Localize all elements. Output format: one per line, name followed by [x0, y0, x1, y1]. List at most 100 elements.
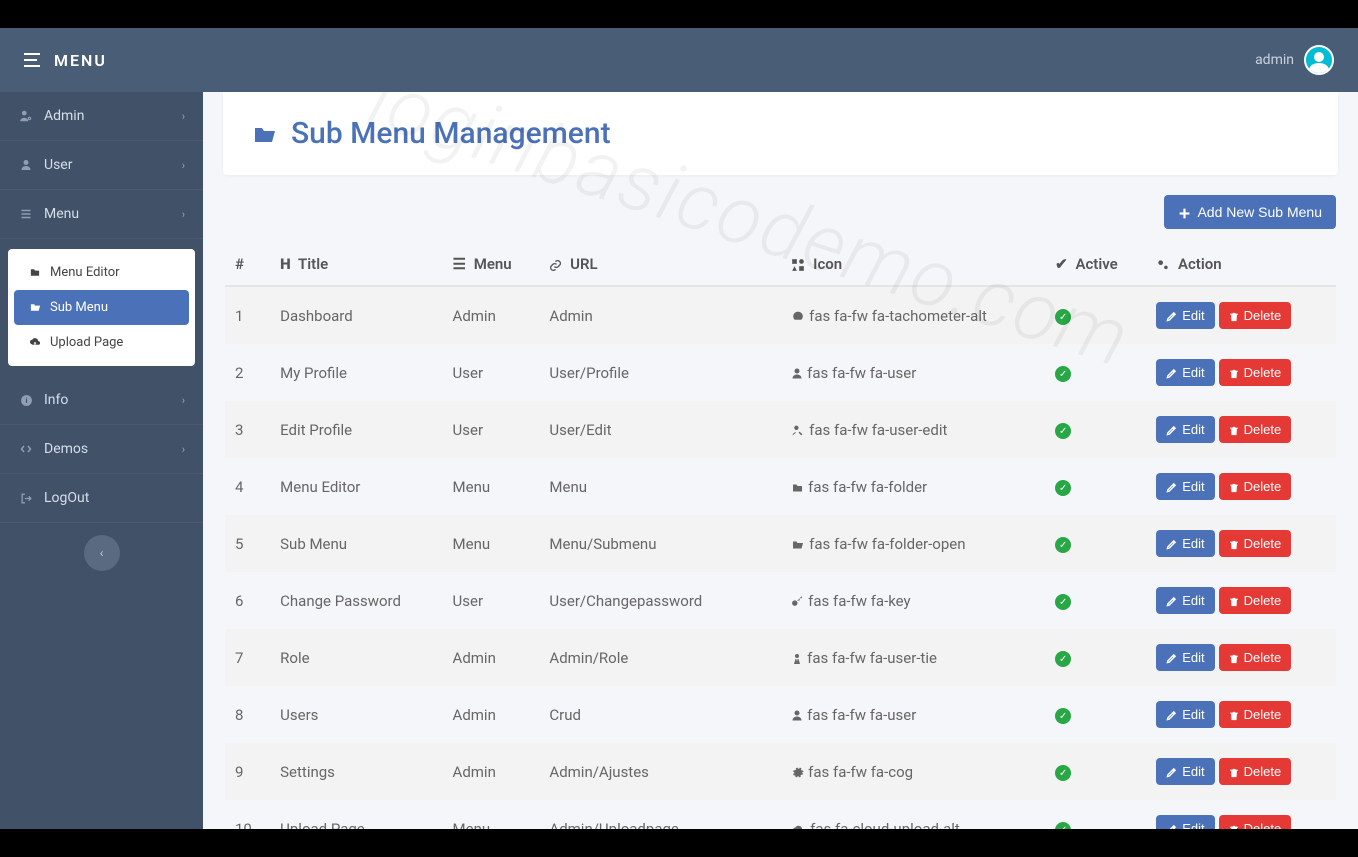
cell-url: Crud [539, 686, 781, 743]
content: loginbasicodemo.com Sub Menu Management … [203, 92, 1358, 829]
cell-action: Edit Delete [1146, 800, 1336, 829]
sidebar-item-user[interactable]: User › [0, 141, 203, 190]
chevron-right-icon: › [182, 110, 185, 123]
cell-icon: fas fa-fw fa-cog [781, 743, 1045, 800]
edit-button[interactable]: Edit [1156, 302, 1214, 329]
hamburger-icon [24, 53, 40, 67]
cloud-upload-icon [28, 335, 42, 350]
add-sub-menu-button[interactable]: Add New Sub Menu [1164, 195, 1336, 229]
page-header: Sub Menu Management [223, 92, 1338, 175]
cell-url: Admin/Uploadpage [539, 800, 781, 829]
cell-action: Edit Delete [1146, 344, 1336, 401]
sidebar-item-admin[interactable]: Admin › [0, 92, 203, 141]
submenu-label: Upload Page [50, 335, 123, 350]
cell-menu: User [443, 344, 540, 401]
delete-button[interactable]: Delete [1219, 473, 1292, 500]
sidebar-item-info[interactable]: i Info › [0, 376, 203, 425]
sidebar-item-label: User [44, 157, 72, 173]
delete-button[interactable]: Delete [1219, 359, 1292, 386]
plus-icon [1178, 204, 1191, 220]
delete-button[interactable]: Delete [1219, 416, 1292, 443]
submenu-label: Sub Menu [50, 300, 108, 315]
check-circle-icon: ✓ [1055, 366, 1071, 382]
col-menu: ☰ Menu [443, 243, 540, 286]
sidebar-item-logout[interactable]: LogOut [0, 474, 203, 523]
submenu-item-menu-editor[interactable]: Menu Editor [14, 255, 189, 290]
cell-active: ✓ [1045, 629, 1146, 686]
cell-title: Menu Editor [270, 458, 442, 515]
submenu-item-upload-page[interactable]: Upload Page [14, 325, 189, 360]
trash-icon [1229, 536, 1239, 551]
cell-title: My Profile [270, 344, 442, 401]
sidebar-item-menu[interactable]: Menu › [0, 190, 203, 239]
col-num: # [225, 243, 270, 286]
link-icon [549, 255, 562, 273]
delete-button[interactable]: Delete [1219, 815, 1292, 829]
cell-active: ✓ [1045, 686, 1146, 743]
bars-icon [18, 206, 34, 222]
cell-url: Menu [539, 458, 781, 515]
submenu-item-sub-menu[interactable]: Sub Menu [14, 290, 189, 325]
delete-button[interactable]: Delete [1219, 758, 1292, 785]
cell-menu: Menu [443, 458, 540, 515]
trash-icon [1229, 650, 1239, 665]
user-icon [791, 364, 803, 382]
delete-button[interactable]: Delete [1219, 587, 1292, 614]
trash-icon [1229, 308, 1239, 323]
edit-icon [1166, 479, 1177, 494]
edit-button[interactable]: Edit [1156, 530, 1214, 557]
sidebar: Admin › User › Menu › Menu Editor [0, 92, 203, 829]
table-row: 3Edit ProfileUserUser/Edit fas fa-fw fa-… [225, 401, 1336, 458]
trash-icon [1229, 365, 1239, 380]
cell-menu: Admin [443, 286, 540, 344]
cell-active: ✓ [1045, 515, 1146, 572]
table-row: 9SettingsAdminAdmin/Ajustes fas fa-fw fa… [225, 743, 1336, 800]
edit-button[interactable]: Edit [1156, 758, 1214, 785]
letterbox-top [0, 0, 1358, 28]
cell-action: Edit Delete [1146, 515, 1336, 572]
cell-action: Edit Delete [1146, 686, 1336, 743]
delete-button[interactable]: Delete [1219, 644, 1292, 671]
key-icon [791, 592, 804, 610]
edit-button[interactable]: Edit [1156, 416, 1214, 443]
cell-menu: Admin [443, 629, 540, 686]
submenu-box: Menu Editor Sub Menu Upload Page [8, 249, 195, 366]
cogs-icon [1156, 255, 1170, 273]
username-label: admin [1255, 52, 1294, 68]
trash-icon [1229, 764, 1239, 779]
sidebar-item-demos[interactable]: Demos › [0, 425, 203, 474]
edit-button[interactable]: Edit [1156, 644, 1214, 671]
table-header-row: # H Title ☰ Menu URL Icon ✔ Active Actio… [225, 243, 1336, 286]
edit-button[interactable]: Edit [1156, 359, 1214, 386]
bars-icon: ☰ [453, 255, 466, 273]
edit-button[interactable]: Edit [1156, 587, 1214, 614]
delete-button[interactable]: Delete [1219, 530, 1292, 557]
chevron-right-icon: › [182, 394, 185, 407]
check-circle-icon: ✓ [1055, 594, 1071, 610]
sidebar-collapse-button[interactable]: ‹ [84, 535, 120, 571]
folder-open-icon [251, 116, 279, 151]
info-icon: i [18, 392, 34, 408]
edit-button[interactable]: Edit [1156, 701, 1214, 728]
avatar[interactable] [1304, 45, 1334, 75]
cell-url: Admin/Ajustes [539, 743, 781, 800]
menu-toggle[interactable]: MENU [24, 51, 107, 70]
check-circle-icon: ✓ [1055, 822, 1071, 829]
edit-button[interactable]: Edit [1156, 473, 1214, 500]
user-icon [18, 157, 34, 173]
delete-button[interactable]: Delete [1219, 302, 1292, 329]
user-edit-icon [791, 421, 805, 439]
user-cog-icon [18, 108, 34, 124]
letterbox-bottom [0, 829, 1358, 857]
cell-url: Admin [539, 286, 781, 344]
folder-icon [28, 265, 42, 280]
cell-active: ✓ [1045, 344, 1146, 401]
cell-icon: fas fa-fw fa-folder [781, 458, 1045, 515]
edit-button[interactable]: Edit [1156, 815, 1214, 829]
cell-active: ✓ [1045, 458, 1146, 515]
cell-url: User/Profile [539, 344, 781, 401]
delete-button[interactable]: Delete [1219, 701, 1292, 728]
check-circle-icon: ✓ [1055, 309, 1071, 325]
trash-icon [1229, 593, 1239, 608]
sign-out-icon [18, 490, 34, 506]
